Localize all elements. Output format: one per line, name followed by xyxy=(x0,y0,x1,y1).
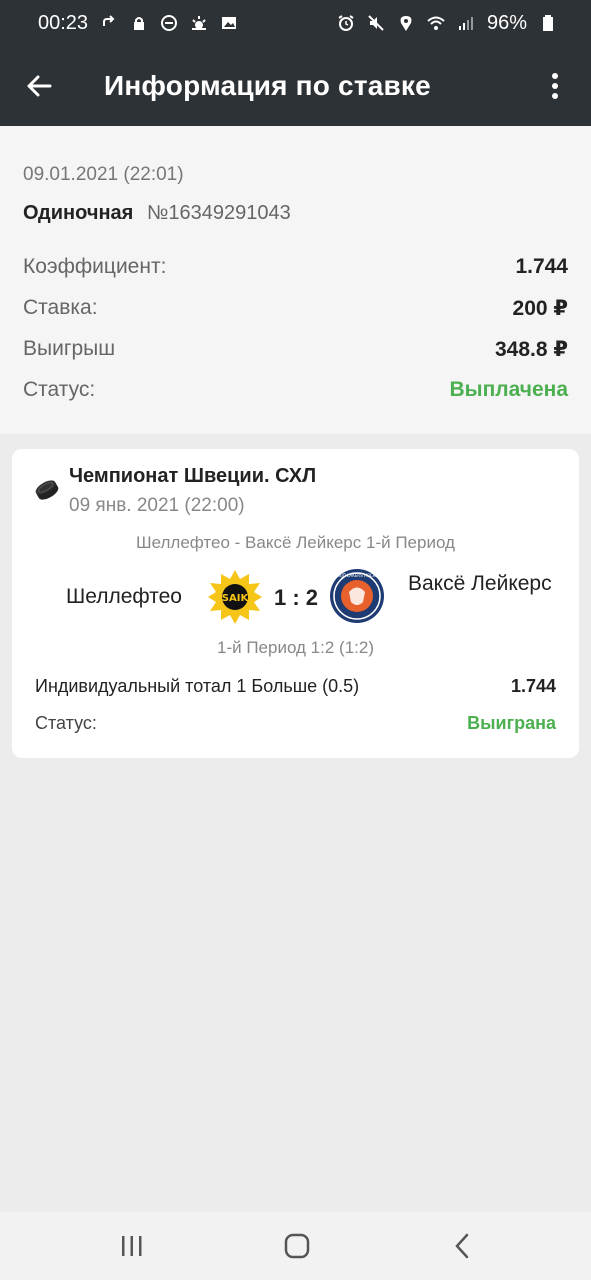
home-button[interactable] xyxy=(282,1232,312,1260)
bet-selection-odds: 1.744 xyxy=(510,676,556,696)
winnings-label: Выигрыш xyxy=(23,337,116,360)
app-bar: Информация по ставке xyxy=(0,46,591,126)
back-icon xyxy=(455,1233,469,1259)
championship-title: Чемпионат Швеции. СХЛ xyxy=(69,465,317,487)
more-vert-icon xyxy=(552,73,558,99)
bet-type: Одиночная xyxy=(23,202,134,224)
bet-info-section: 09.01.2021 (22:01) Одиночная №1634929104… xyxy=(0,126,591,434)
do-not-disturb-icon xyxy=(160,14,178,32)
status-label: Статус: xyxy=(23,378,96,401)
bet-selection-name: Индивидуальный тотал 1 Больше (0.5) xyxy=(35,676,360,696)
signal-icon xyxy=(457,14,475,32)
winnings-value: 348.8 ₽ xyxy=(495,338,568,361)
event-card[interactable]: Чемпионат Швеции. СХЛ 09 янв. 2021 (22:0… xyxy=(12,449,579,758)
bet-number: №16349291043 xyxy=(146,202,291,224)
bet-type-row: Одиночная №16349291043 xyxy=(23,202,291,225)
alarm-icon xyxy=(337,14,355,32)
period-score: 1-й Период 1:2 (1:2) xyxy=(217,638,374,657)
status-bar-left: 00:23 xyxy=(38,12,238,35)
odds-value: 1.744 xyxy=(515,255,568,278)
weather-icon xyxy=(190,14,208,32)
match-title: Шеллефтео - Ваксё Лейкерс 1-й Период xyxy=(136,533,455,552)
status-row: Статус: Выплачена xyxy=(23,378,568,402)
status-bar: 00:23 96% xyxy=(0,0,591,46)
stake-label: Ставка: xyxy=(23,296,98,319)
match-score: 1 : 2 xyxy=(274,585,319,610)
svg-text:VÄXJÖ LAKERS HOCKEY: VÄXJÖ LAKERS HOCKEY xyxy=(334,573,381,578)
location-icon xyxy=(397,14,415,32)
lock-icon xyxy=(130,14,148,32)
arrow-left-icon xyxy=(27,75,52,97)
stake-value: 200 ₽ xyxy=(512,297,568,320)
back-button[interactable] xyxy=(24,70,56,102)
call-forward-icon xyxy=(100,14,118,32)
vaxjo-lakers-logo: VÄXJÖ LAKERS HOCKEY xyxy=(330,569,384,623)
svg-text:SAIK: SAIK xyxy=(222,593,250,604)
page-title: Информация по ставке xyxy=(104,70,431,101)
status-bar-right: 96% xyxy=(337,12,557,35)
team2-name: Ваксё Лейкерс xyxy=(408,572,552,595)
battery-percent: 96% xyxy=(486,11,527,34)
more-options-button[interactable] xyxy=(539,70,571,102)
bet-selection-row: Индивидуальный тотал 1 Больше (0.5) 1.74… xyxy=(35,676,556,697)
system-nav-bar xyxy=(0,1212,591,1280)
wifi-icon xyxy=(427,14,445,32)
recent-apps-button[interactable] xyxy=(117,1232,147,1260)
home-icon xyxy=(284,1233,310,1259)
skelleftea-logo: SAIK xyxy=(208,570,262,624)
odds-row: Коэффициент: 1.744 xyxy=(23,255,568,279)
winnings-row: Выигрыш 348.8 ₽ xyxy=(23,337,568,362)
status-badge: Выплачена xyxy=(449,378,568,401)
odds-label: Коэффициент: xyxy=(23,255,167,278)
bet-datetime: 09.01.2021 (22:01) xyxy=(23,164,184,185)
hockey-puck-icon xyxy=(35,480,59,500)
status-time: 00:23 xyxy=(38,11,89,34)
nav-back-button[interactable] xyxy=(448,1232,478,1260)
event-status-label: Статус: xyxy=(35,713,97,733)
recent-apps-icon xyxy=(122,1236,142,1256)
event-status-row: Статус: Выиграна xyxy=(35,713,556,734)
event-datetime: 09 янв. 2021 (22:00) xyxy=(69,495,245,516)
team1-name: Шеллефтео xyxy=(66,585,182,608)
event-status-badge: Выиграна xyxy=(467,713,556,733)
stake-row: Ставка: 200 ₽ xyxy=(23,296,568,321)
battery-icon xyxy=(539,14,557,32)
mute-icon xyxy=(367,14,385,32)
image-icon xyxy=(220,14,238,32)
